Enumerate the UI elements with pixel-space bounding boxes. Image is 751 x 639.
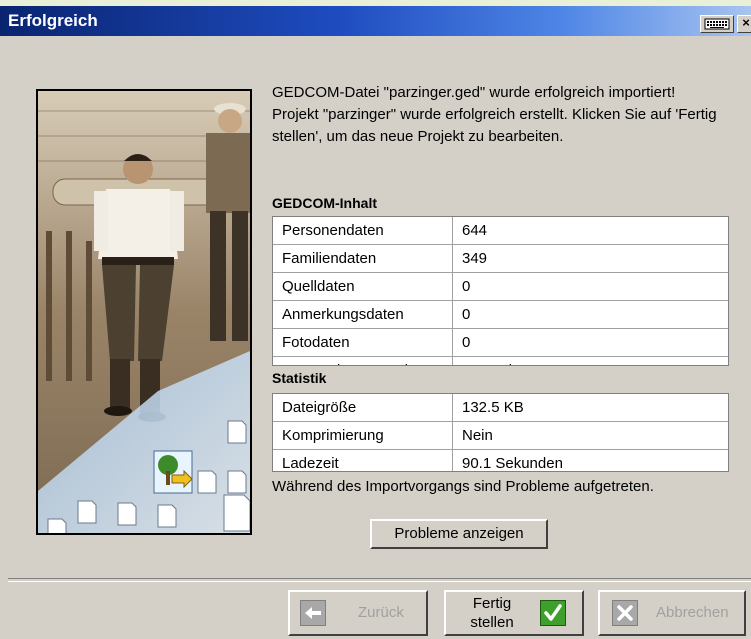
table-row: Personendaten 644: [273, 217, 728, 245]
row-value: 90.1 Sekunden: [462, 455, 563, 472]
x-icon: [612, 600, 638, 626]
row-value: 132.5 KB: [462, 399, 524, 416]
title-bar: Erfolgreich ×: [0, 6, 751, 36]
gedcom-section-title: GEDCOM-Inhalt: [272, 195, 377, 211]
table-row: Anmerkungsdaten 0: [273, 301, 728, 329]
arrow-left-icon: [300, 600, 326, 626]
row-label: Anmerkungsdaten: [273, 301, 453, 328]
close-button[interactable]: ×: [737, 15, 751, 33]
row-label: Quelldaten: [273, 273, 453, 300]
divider: [8, 578, 751, 582]
row-value: 0: [462, 278, 471, 295]
finish-label: Fertig stellen: [452, 594, 532, 632]
row-value: Nein: [462, 427, 493, 444]
row-label: Ladezeit: [273, 450, 453, 471]
table-row: Ladezeit 90.1 Sekunden: [273, 450, 728, 472]
table-row: Quelldaten 0: [273, 273, 728, 301]
table-row: Familiendaten 349: [273, 245, 728, 273]
stats-section-title: Statistik: [272, 370, 327, 386]
window-title: Erfolgreich: [8, 11, 98, 30]
table-row: Dateigröße 132.5 KB: [273, 394, 728, 422]
cancel-button[interactable]: Abbrechen: [598, 590, 746, 636]
row-label: Komprimierung: [273, 422, 453, 449]
row-value: 0: [462, 306, 471, 323]
table-row: Verwendete SpracheDeutsch: [273, 357, 728, 365]
row-label: Dateigröße: [273, 394, 453, 421]
sidebar-photo: [36, 89, 252, 535]
finish-button[interactable]: Fertig stellen: [444, 590, 584, 636]
finish-label-line1: Fertig: [472, 595, 512, 612]
row-label: Personendaten: [273, 217, 453, 244]
keyboard-icon[interactable]: [700, 15, 734, 33]
table-row: Komprimierung Nein: [273, 422, 728, 450]
gedcom-table: Personendaten 644 Familiendaten 349 Quelld…: [272, 216, 729, 366]
row-label: Verwendete Sprache: [273, 357, 453, 365]
table-row: Fotodaten 0: [273, 329, 728, 357]
success-message: GEDCOM-Datei "parzinger.ged" wurde erfol…: [272, 82, 742, 148]
checkmark-icon: [540, 600, 566, 626]
finish-label-line2: stellen: [470, 614, 514, 631]
message-line-2: Projekt "parzinger" wurde erfolgreich er…: [272, 106, 717, 145]
row-label: Fotodaten: [273, 329, 453, 356]
row-value: 644: [462, 222, 488, 239]
stats-table: Dateigröße 132.5 KB Komprimierung Nein Lad…: [272, 393, 729, 472]
row-label: Familiendaten: [273, 245, 453, 272]
back-button[interactable]: Zurück: [288, 590, 428, 636]
problems-warning: Während des Importvorgangs sind Probleme…: [272, 478, 654, 495]
show-problems-button[interactable]: Probleme anzeigen: [370, 519, 548, 549]
row-value: Deutsch: [453, 357, 728, 365]
cancel-label: Abbrechen: [656, 604, 729, 621]
message-line-1: GEDCOM-Datei "parzinger.ged" wurde erfol…: [272, 84, 676, 101]
back-label: Zurück: [358, 604, 404, 621]
row-value: 0: [462, 334, 471, 351]
row-value: 349: [462, 250, 488, 267]
show-problems-label: Probleme anzeigen: [394, 525, 524, 542]
